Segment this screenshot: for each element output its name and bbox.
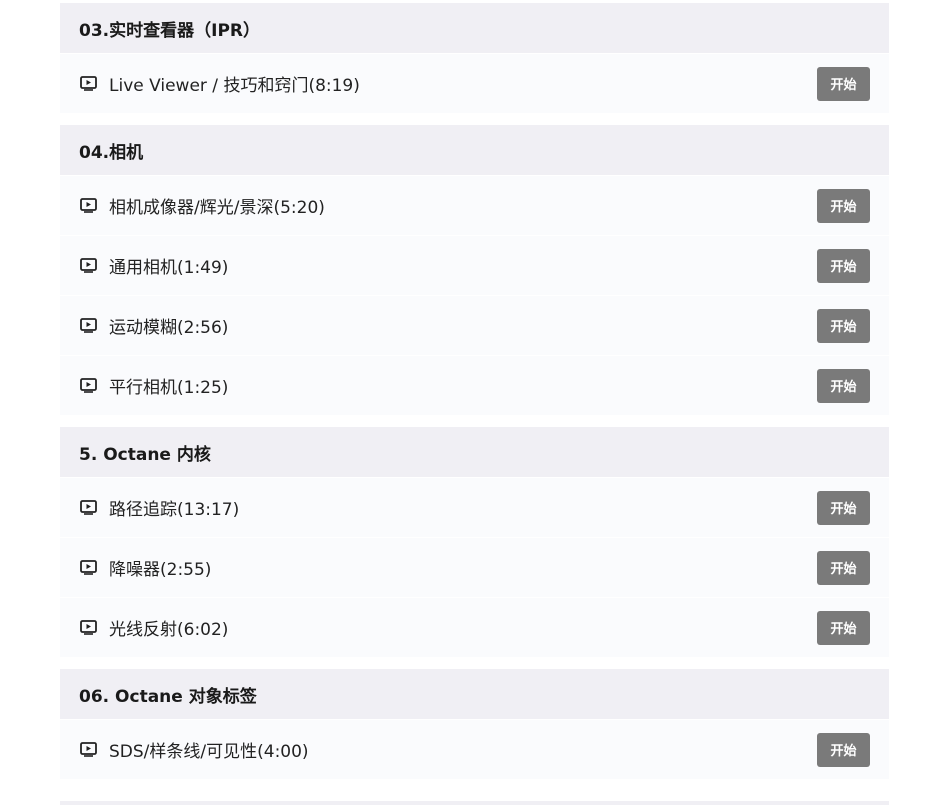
play-video-icon (80, 378, 97, 393)
lesson-item[interactable]: 通用相机(1:49) 开始 (60, 235, 889, 295)
section-06: 06. Octane 对象标签 SDS/样条线/可见性(4:00) 开始 (60, 669, 889, 779)
lesson-item[interactable]: 运动模糊(2:56) 开始 (60, 295, 889, 355)
lesson-title[interactable]: Live Viewer / 技巧和窍门(8:19) (109, 71, 817, 96)
section-title: 03.实时查看器（IPR） (60, 3, 889, 53)
play-video-icon (80, 318, 97, 333)
section-05: 5. Octane 内核 路径追踪(13:17) 开始 降噪器(2:55) 开始… (60, 427, 889, 657)
section-title: 04.相机 (60, 125, 889, 175)
lesson-item[interactable]: 平行相机(1:25) 开始 (60, 355, 889, 415)
section-03: 03.实时查看器（IPR） Live Viewer / 技巧和窍门(8:19) … (60, 3, 889, 113)
lesson-item[interactable]: SDS/样条线/可见性(4:00) 开始 (60, 719, 889, 779)
play-video-icon (80, 560, 97, 575)
next-section-header (60, 801, 889, 805)
lesson-item[interactable]: 路径追踪(13:17) 开始 (60, 477, 889, 537)
lesson-title[interactable]: 运动模糊(2:56) (109, 313, 817, 338)
lesson-title[interactable]: 降噪器(2:55) (109, 555, 817, 580)
play-video-icon (80, 198, 97, 213)
section-title: 5. Octane 内核 (60, 427, 889, 477)
lesson-item[interactable]: Live Viewer / 技巧和窍门(8:19) 开始 (60, 53, 889, 113)
lesson-item[interactable]: 相机成像器/辉光/景深(5:20) 开始 (60, 175, 889, 235)
lesson-title[interactable]: 通用相机(1:49) (109, 253, 817, 278)
start-button[interactable]: 开始 (817, 66, 870, 101)
play-video-icon (80, 258, 97, 273)
lesson-title[interactable]: 相机成像器/辉光/景深(5:20) (109, 193, 817, 218)
lesson-title[interactable]: 平行相机(1:25) (109, 373, 817, 398)
start-button[interactable]: 开始 (817, 610, 870, 645)
play-video-icon (80, 500, 97, 515)
play-video-icon (80, 742, 97, 757)
start-button[interactable]: 开始 (817, 368, 870, 403)
lesson-item[interactable]: 降噪器(2:55) 开始 (60, 537, 889, 597)
play-video-icon (80, 620, 97, 635)
start-button[interactable]: 开始 (817, 308, 870, 343)
start-button[interactable]: 开始 (817, 490, 870, 525)
start-button[interactable]: 开始 (817, 248, 870, 283)
start-button[interactable]: 开始 (817, 188, 870, 223)
play-video-icon (80, 76, 97, 91)
start-button[interactable]: 开始 (817, 732, 870, 767)
lesson-item[interactable]: 光线反射(6:02) 开始 (60, 597, 889, 657)
section-04: 04.相机 相机成像器/辉光/景深(5:20) 开始 通用相机(1:49) 开始… (60, 125, 889, 415)
course-curriculum: 03.实时查看器（IPR） Live Viewer / 技巧和窍门(8:19) … (60, 3, 889, 791)
lesson-title[interactable]: SDS/样条线/可见性(4:00) (109, 737, 817, 762)
lesson-title[interactable]: 路径追踪(13:17) (109, 495, 817, 520)
section-title: 06. Octane 对象标签 (60, 669, 889, 719)
start-button[interactable]: 开始 (817, 550, 870, 585)
lesson-title[interactable]: 光线反射(6:02) (109, 615, 817, 640)
